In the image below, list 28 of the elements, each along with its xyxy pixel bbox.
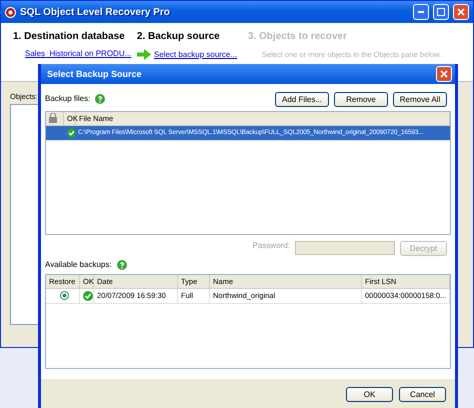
radio-button[interactable] xyxy=(60,291,68,300)
maximize-icon xyxy=(437,8,445,16)
file-button[interactable]: Add Files... xyxy=(275,92,329,107)
file-button[interactable]: Remove All xyxy=(393,92,447,107)
close-icon xyxy=(440,70,448,78)
close-icon xyxy=(457,8,465,16)
dialog-close-button[interactable] xyxy=(436,66,452,82)
password-label: Password: xyxy=(252,240,290,250)
available-backups-label: Available backups: xyxy=(45,260,112,269)
app-logo-icon xyxy=(5,6,16,18)
help-icon[interactable] xyxy=(116,260,127,270)
dialog-button[interactable]: Cancel xyxy=(399,387,446,402)
dialog-button[interactable]: OK xyxy=(346,387,393,402)
step-title: 2. Backup source xyxy=(136,31,221,42)
maximize-button[interactable] xyxy=(433,4,449,20)
window-title: SQL Object Level Recovery Pro xyxy=(20,6,171,18)
dialog-title: Select Backup Source xyxy=(47,68,142,79)
close-button[interactable] xyxy=(453,4,469,20)
step-title: 3. Objects to recover xyxy=(248,31,348,42)
help-icon[interactable] xyxy=(95,94,106,104)
minimize-icon xyxy=(418,11,424,13)
minimize-button[interactable] xyxy=(413,4,429,20)
step-link[interactable]: Sales_Historical on PRODU... xyxy=(13,49,132,58)
file-button[interactable]: Remove xyxy=(334,92,388,107)
step-title: 1. Destination database xyxy=(13,31,126,42)
lock-icon xyxy=(49,113,57,124)
backup-files-label: Backup files: xyxy=(45,94,90,104)
step-link[interactable]: Select backup source... xyxy=(154,50,238,59)
